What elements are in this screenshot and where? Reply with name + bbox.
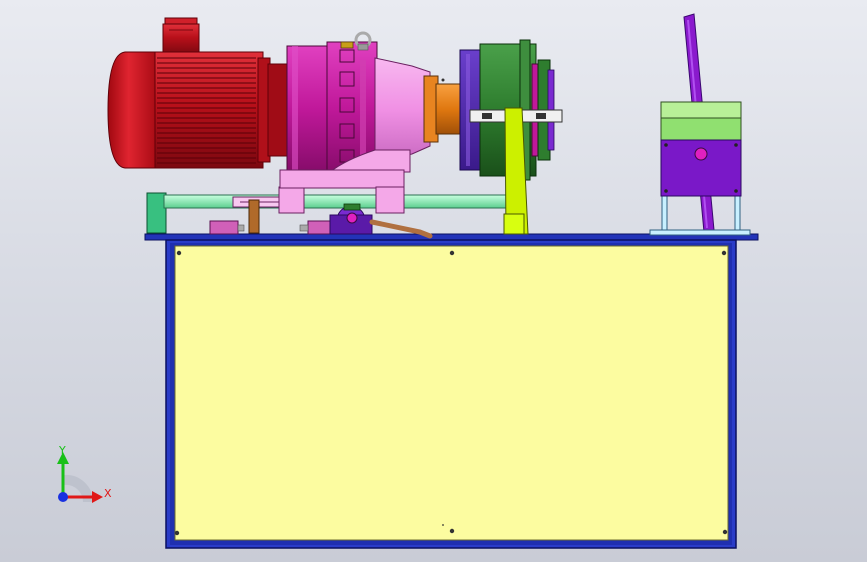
tank-plate[interactable]	[174, 245, 729, 541]
valve-stand[interactable]	[649, 195, 751, 236]
x-axis-label: X	[104, 487, 112, 500]
axis-triad	[57, 452, 103, 503]
y-axis-label: Y	[59, 444, 66, 457]
electric-motor[interactable]	[107, 17, 289, 169]
shaft-coupling[interactable]	[423, 75, 465, 143]
cad-viewport[interactable]: Y X	[0, 0, 867, 562]
mount-blocks[interactable]	[209, 220, 337, 235]
valve-block[interactable]	[660, 101, 742, 197]
cycloidal-reducer[interactable]	[279, 41, 431, 214]
